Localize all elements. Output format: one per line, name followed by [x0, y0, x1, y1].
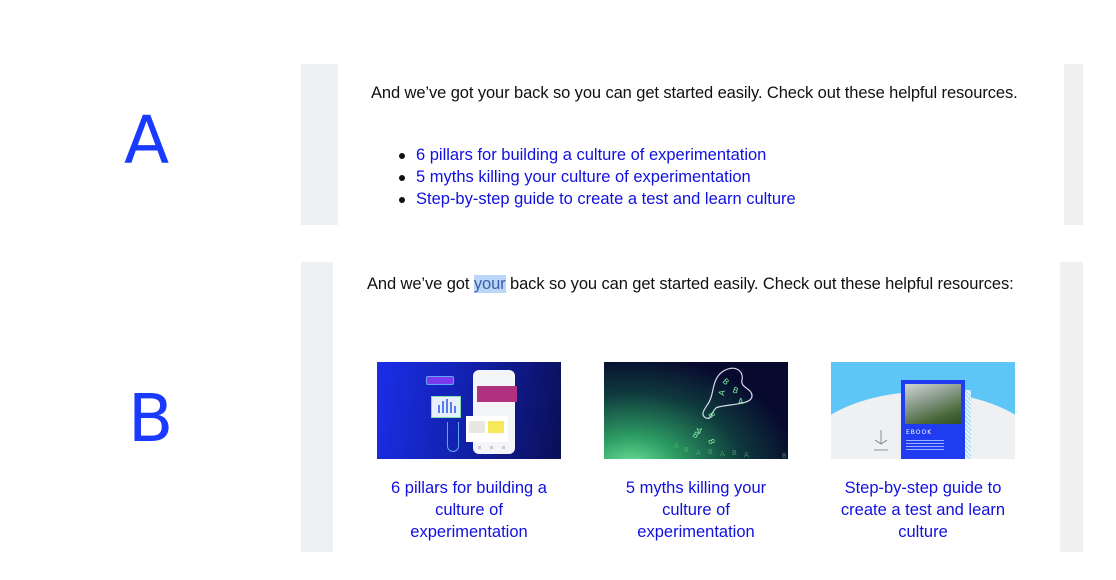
svg-text:A: A — [744, 451, 749, 459]
variant-a-email-panel: And we’ve got your back so you can get s… — [301, 64, 1083, 225]
highlighted-word: your — [473, 275, 506, 293]
intro-text: And we’ve got your back so you can get s… — [371, 84, 1018, 102]
resource-link-pillars[interactable]: 6 pillars for building a culture of expe… — [377, 477, 561, 543]
resource-link-guide[interactable]: Step-by-step guide to create a test and … — [416, 190, 796, 208]
resource-card-guide: EBOOK Step-by-step guide to create a tes… — [831, 362, 1015, 543]
svg-text:B: B — [731, 385, 739, 395]
svg-text:A: A — [717, 389, 727, 396]
ab-funnel-graphic: B A B A B A B B ABA BAB AB — [674, 367, 787, 459]
bullet-icon — [399, 175, 405, 181]
resource-card-pillars: 6 pillars for building a culture of expe… — [377, 362, 561, 543]
resource-list: 6 pillars for building a culture of expe… — [394, 144, 796, 210]
resource-list-item: 5 myths killing your culture of experime… — [394, 166, 796, 188]
resource-link-pillars[interactable]: 6 pillars for building a culture of expe… — [416, 146, 766, 164]
resource-card-myths: B A B A B A B B ABA BAB AB 5 myths killi… — [604, 362, 788, 543]
greenhouse-photo — [905, 384, 961, 424]
right-gutter — [1060, 262, 1083, 552]
variant-b-email-panel: And we’ve got your back so you can get s… — [301, 262, 1083, 552]
intro-text-before: And we’ve got — [367, 275, 474, 293]
comparison-canvas: A B And we’ve got your back so you can g… — [0, 0, 1116, 580]
bullet-icon — [399, 153, 405, 159]
profile-pill-graphic — [426, 376, 454, 385]
text-lines-graphic — [906, 440, 944, 452]
ebook-badge: EBOOK — [906, 429, 933, 436]
app-dashboard-mockup-image[interactable] — [377, 362, 561, 459]
variant-a-label: A — [124, 102, 170, 179]
svg-text:B: B — [732, 449, 737, 457]
resource-link-myths[interactable]: 5 myths killing your culture of experime… — [416, 168, 751, 186]
svg-text:A: A — [720, 450, 725, 458]
intro-text: And we’ve got your back so you can get s… — [367, 273, 1027, 295]
svg-text:A: A — [674, 442, 679, 450]
variant-b-label: B — [128, 380, 174, 457]
left-gutter — [301, 64, 338, 225]
ebook-cover-graphic: EBOOK — [901, 380, 965, 459]
connector-line-graphic — [447, 422, 459, 452]
svg-text:B: B — [721, 377, 731, 387]
resource-list-item: 6 pillars for building a culture of expe… — [394, 144, 796, 166]
ebook-cover-image[interactable]: EBOOK — [831, 362, 1015, 459]
left-gutter — [301, 262, 333, 552]
svg-text:B: B — [708, 448, 713, 456]
book-spine-graphic — [965, 390, 971, 459]
intro-text-after: back so you can get started easily. Chec… — [505, 275, 1014, 293]
resource-list-item: Step-by-step guide to create a test and … — [394, 188, 796, 210]
svg-text:B: B — [684, 446, 689, 454]
svg-text:A: A — [738, 397, 744, 406]
bar-chart-graphic — [431, 396, 461, 418]
ab-letters-funnel-image[interactable]: B A B A B A B B ABA BAB AB — [604, 362, 788, 459]
resource-link-myths[interactable]: 5 myths killing your culture of experime… — [604, 477, 788, 543]
bikes-card-graphic — [466, 416, 508, 442]
svg-text:A: A — [696, 449, 701, 457]
svg-text:B: B — [706, 438, 716, 446]
resource-link-guide[interactable]: Step-by-step guide to create a test and … — [831, 477, 1015, 543]
right-gutter — [1064, 64, 1083, 225]
svg-text:B: B — [782, 452, 787, 459]
download-icon — [874, 430, 888, 451]
bullet-icon — [399, 197, 405, 203]
